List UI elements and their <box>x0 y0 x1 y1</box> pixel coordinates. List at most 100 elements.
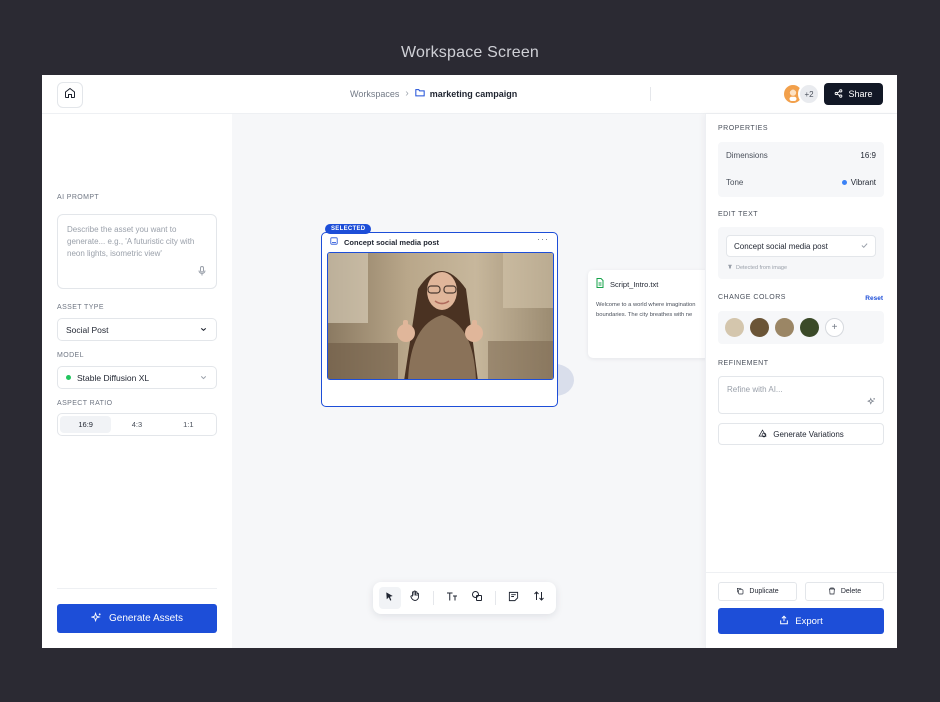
selected-badge: SELECTED <box>325 224 372 234</box>
breadcrumb: Workspaces › marketing campaign <box>350 88 517 99</box>
export-icon <box>779 615 789 628</box>
edit-text-value: Concept social media post <box>734 241 828 251</box>
sort-arrows-icon <box>533 589 545 607</box>
color-swatch-2[interactable] <box>750 318 769 337</box>
color-swatches: + <box>718 311 884 344</box>
app-window: Workspaces › marketing campaign +2 Share <box>42 75 897 648</box>
microphone-icon[interactable] <box>198 266 206 280</box>
dimensions-label: Dimensions <box>726 151 768 160</box>
share-button[interactable]: Share <box>824 83 883 105</box>
refinement-label: REFINEMENT <box>718 360 769 367</box>
collaborator-avatars[interactable]: +2 <box>782 83 820 105</box>
doc-body: Welcome to a world where imagination bou… <box>596 300 708 320</box>
trash-icon <box>828 587 836 597</box>
doc-line: Welcome to a world where imagination <box>596 302 696 308</box>
text-tool[interactable] <box>441 587 463 609</box>
canvas-area[interactable]: Script_Intro.txt Welcome to a world wher… <box>232 114 710 648</box>
generate-variations-button[interactable]: Generate Variations <box>718 423 884 445</box>
edit-text-box: Concept social media post Detected from … <box>718 227 884 279</box>
refine-input[interactable]: Refine with AI... <box>718 376 884 414</box>
avatar-more-count: +2 <box>798 83 820 105</box>
panel-divider <box>706 572 897 573</box>
plus-icon: + <box>831 322 838 333</box>
pan-tool[interactable] <box>405 587 427 609</box>
model-status-dot <box>66 375 71 380</box>
refine-placeholder: Refine with AI... <box>727 385 783 394</box>
hand-icon <box>409 589 421 607</box>
adjust-tool[interactable] <box>528 587 550 609</box>
chevron-down-icon <box>199 325 208 336</box>
asset-image <box>327 252 554 380</box>
color-swatch-4[interactable] <box>800 318 819 337</box>
aspect-option-1-1[interactable]: 1:1 <box>163 416 214 433</box>
ai-prompt-placeholder: Describe the asset you want to generate.… <box>67 225 195 258</box>
aspect-ratio-label: ASPECT RATIO <box>57 400 113 407</box>
select-tool[interactable] <box>379 587 401 609</box>
shapes-variation-icon <box>758 428 767 440</box>
toolbar-divider <box>494 591 496 605</box>
script-document-card[interactable]: Script_Intro.txt Welcome to a world wher… <box>588 270 710 358</box>
edit-text-input[interactable]: Concept social media post <box>726 235 876 257</box>
image-icon <box>330 237 338 247</box>
sparkles-icon <box>90 611 102 626</box>
shapes-icon <box>471 589 483 607</box>
selected-asset-card[interactable]: Concept social media post ··· <box>321 232 558 407</box>
shapes-tool[interactable] <box>466 587 488 609</box>
color-swatch-1[interactable] <box>725 318 744 337</box>
page-caption: Workspace Screen <box>400 44 540 61</box>
dimensions-row: Dimensions 16:9 <box>726 151 876 160</box>
detected-note-label: Detected from image <box>736 265 788 271</box>
card-header: Concept social media post <box>330 237 439 247</box>
toolbar-divider <box>433 591 434 605</box>
ai-prompt-input[interactable]: Describe the asset you want to generate.… <box>57 214 217 289</box>
left-sidebar: AI PROMPT Describe the asset you want to… <box>42 114 232 648</box>
edit-text-label: EDIT TEXT <box>718 211 759 218</box>
delete-label: Delete <box>840 588 862 595</box>
color-swatch-3[interactable] <box>775 318 794 337</box>
generate-assets-button[interactable]: Generate Assets <box>57 604 217 633</box>
generate-variations-label: Generate Variations <box>773 429 844 439</box>
canvas-toolbar <box>373 582 556 614</box>
doc-title: Script_Intro.txt <box>596 278 658 290</box>
aspect-option-4-3[interactable]: 4:3 <box>111 416 162 433</box>
tone-label: Tone <box>726 178 744 187</box>
breadcrumb-current[interactable]: marketing campaign <box>415 88 518 99</box>
add-color-button[interactable]: + <box>825 318 844 337</box>
asset-type-value: Social Post <box>66 324 109 335</box>
model-label: MODEL <box>57 352 84 359</box>
detected-note: Detected from image <box>727 264 787 272</box>
asset-type-select[interactable]: Social Post <box>57 318 217 341</box>
home-button[interactable] <box>57 82 83 108</box>
properties-box: Dimensions 16:9 Tone Vibrant <box>718 142 884 197</box>
export-label: Export <box>795 615 823 627</box>
breadcrumb-workspaces[interactable]: Workspaces <box>350 89 399 99</box>
copy-icon <box>736 587 744 597</box>
text-size-icon <box>446 589 458 607</box>
export-button[interactable]: Export <box>718 608 884 634</box>
pin-icon <box>727 264 733 272</box>
more-options-icon[interactable]: ··· <box>537 234 549 244</box>
breadcrumb-separator: › <box>405 88 409 99</box>
asset-type-label: ASSET TYPE <box>57 304 104 311</box>
topbar-divider <box>650 87 651 101</box>
tone-row: Tone Vibrant <box>726 178 876 187</box>
breadcrumb-current-label: marketing campaign <box>429 88 518 99</box>
delete-button[interactable]: Delete <box>805 582 884 601</box>
card-title: Concept social media post <box>344 237 440 247</box>
aspect-option-16-9[interactable]: 16:9 <box>60 416 112 433</box>
duplicate-button[interactable]: Duplicate <box>718 582 797 601</box>
check-icon[interactable] <box>860 241 869 252</box>
generate-assets-label: Generate Assets <box>109 613 183 624</box>
dimensions-value: 16:9 <box>860 151 876 160</box>
home-icon <box>64 86 76 104</box>
note-tool[interactable] <box>503 587 525 609</box>
tone-value: Vibrant <box>850 178 876 187</box>
model-select[interactable]: Stable Diffusion XL <box>57 366 217 389</box>
reset-colors-link[interactable]: Reset <box>865 295 883 302</box>
sparkle-icon[interactable] <box>867 397 876 408</box>
sticky-note-icon <box>508 589 519 607</box>
tone-value-wrap[interactable]: Vibrant <box>841 178 876 187</box>
doc-line: boundaries. The city breathes with ne <box>596 312 693 318</box>
top-bar: Workspaces › marketing campaign +2 Share <box>42 75 897 114</box>
change-colors-label: CHANGE COLORS <box>718 294 786 301</box>
